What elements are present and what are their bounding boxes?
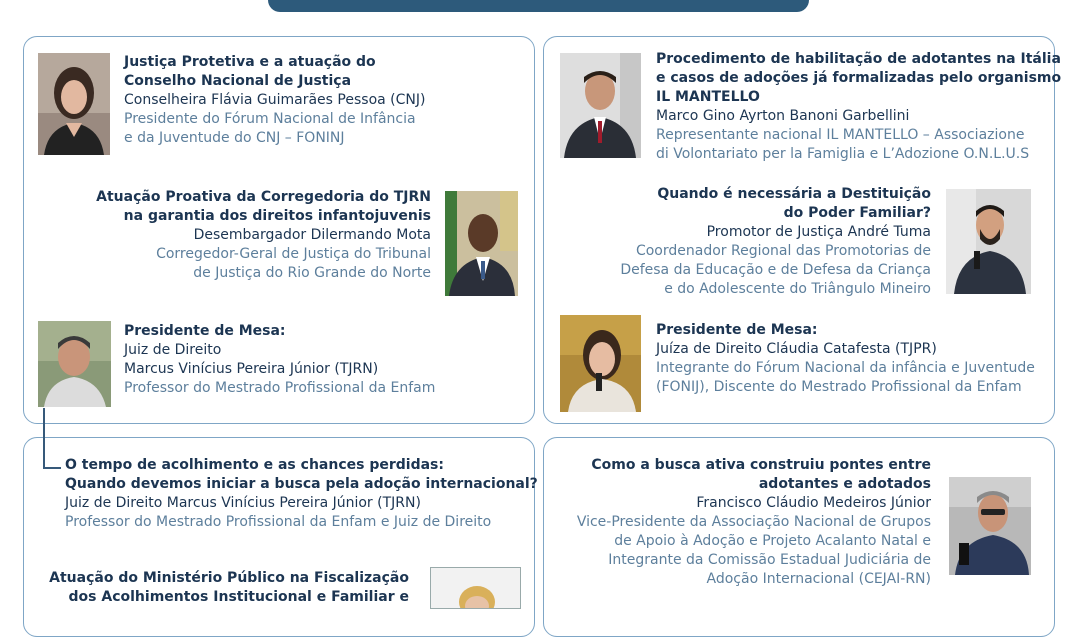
speaker-role-line: Integrante do Fórum Nacional da infância… [656,360,1035,376]
talk-title-line: Quando é necessária a Destituição [657,186,931,202]
talk-title-line: adotantes e adotados [758,476,931,492]
session-block-francisco: Como a busca ativa construiu pontes entr… [577,456,931,589]
speaker-role-line: e do Adolescente do Triângulo Mineiro [664,281,931,297]
speaker-role-line: Vice-Presidente da Associação Nacional d… [576,514,931,530]
talk-title-line: Atuação do Ministério Público na Fiscali… [49,570,409,586]
speaker-name-line: Marcus Vinícius Pereira Júnior (TJRN) [124,361,379,377]
talk-title-line: dos Acolhimentos Institucional e Familia… [68,589,409,605]
connector-line [43,408,45,468]
session-block-flavia: Justiça Protetiva e a atuação do Conselh… [124,53,425,148]
speaker-role-line: Presidente do Fórum Nacional de Infância [124,111,416,127]
connector-line [43,467,61,469]
speaker-role-line: Representante nacional IL MANTELLO – Ass… [656,127,1025,143]
talk-title-line: Procedimento de habilitação de adotantes… [656,51,1061,67]
speaker-role-line: Adoção Internacional (CEJAI-RN) [706,571,931,587]
speaker-name: Juiz de Direito Marcus Vinícius Pereira … [65,495,421,511]
speaker-role: Professor do Mestrado Profissional da En… [124,380,436,396]
talk-title-line: Conselho Nacional de Justiça [124,73,352,89]
speaker-photo-partial [430,567,521,609]
talk-title-line: Atuação Proativa da Corregedoria do TJRN [96,189,431,205]
speaker-role-line: Coordenador Regional das Promotorias de [635,243,931,259]
speaker-photo-andre-tuma [946,189,1031,294]
speaker-photo-claudia-catafesta [560,315,641,412]
speaker-name: Marco Gino Ayrton Banoni Garbellini [656,108,910,124]
speaker-photo-dilermando-mota [445,191,518,296]
talk-title-line: Como a busca ativa construiu pontes entr… [591,457,931,473]
session-block-andre-tuma: Quando é necessária a Destituição do Pod… [620,185,931,299]
session-block-president-left: Presidente de Mesa: Juiz de Direito Marc… [124,322,435,398]
session-block-marcus-talk: O tempo de acolhimento e as chances perd… [65,456,538,532]
speaker-photo-flavia-pessoa [38,53,110,155]
talk-title-line: IL MANTELLO [656,89,760,105]
session-block-garbellini: Procedimento de habilitação de adotantes… [656,50,1061,164]
speaker-name: Conselheira Flávia Guimarães Pessoa (CNJ… [124,92,426,108]
speaker-role-line: de Apoio à Adoção e Projeto Acalanto Nat… [614,533,931,549]
session-block-president-right: Presidente de Mesa: Juíza de Direito Clá… [656,321,1035,397]
speaker-role: Professor do Mestrado Profissional da En… [65,514,492,530]
speaker-role-line: Defesa da Educação e de Defesa da Crianç… [620,262,931,278]
talk-title-line: Justiça Protetiva e a atuação do [124,54,376,70]
talk-title-line: do Poder Familiar? [783,205,931,221]
talk-title-line: na garantia dos direitos infantojuvenis [123,208,431,224]
speaker-role-line: di Volontariato per la Famiglia e L’Adoz… [656,146,1030,162]
speaker-role-line: e da Juventude do CNJ – FONINJ [124,130,345,146]
speaker-role-line: (FONIJ), Discente do Mestrado Profission… [656,379,1022,395]
speaker-name: Desembargador Dilermando Mota [193,227,431,243]
speaker-name: Francisco Cláudio Medeiros Júnior [696,495,931,511]
session-block-dilermando: Atuação Proativa da Corregedoria do TJRN… [96,188,431,283]
talk-title-line: Quando devemos iniciar a busca pela adoç… [65,476,538,492]
speaker-photo-francisco-medeiros [949,477,1031,575]
session-block-ministerio-publico: Atuação do Ministério Público na Fiscali… [49,569,409,607]
speaker-name: Juíza de Direito Cláudia Catafesta (TJPR… [656,341,937,357]
header-banner [268,0,809,12]
session-chair-heading: Presidente de Mesa: [656,322,818,338]
speaker-role-line: de Justiça do Rio Grande do Norte [193,265,431,281]
speaker-role-line: Corregedor-Geral de Justiça do Tribunal [156,246,431,262]
speaker-name: Promotor de Justiça André Tuma [706,224,931,240]
talk-title-line: e casos de adoções já formalizadas pelo … [656,70,1062,86]
speaker-role-line: Integrante da Comissão Estadual Judiciár… [608,552,931,568]
session-chair-heading: Presidente de Mesa: [124,323,286,339]
speaker-photo-marco-garbellini [560,53,641,158]
speaker-name-line: Juiz de Direito [124,342,222,358]
talk-title-line: O tempo de acolhimento e as chances perd… [65,457,444,473]
speaker-photo-marcus-vinicius [38,321,111,407]
